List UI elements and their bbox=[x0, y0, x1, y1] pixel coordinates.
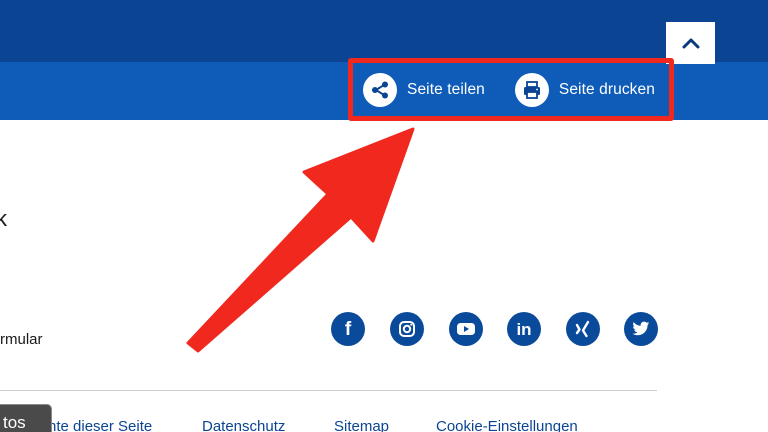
tooltip: tos bbox=[0, 404, 52, 432]
footer-link-cookie-settings[interactable]: Cookie-Einstellungen bbox=[436, 418, 578, 432]
facebook-link[interactable]: f bbox=[331, 312, 365, 346]
instagram-link[interactable] bbox=[390, 312, 424, 346]
youtube-icon bbox=[457, 323, 475, 335]
content-fragment: k bbox=[0, 206, 7, 231]
twitter-link[interactable] bbox=[624, 312, 658, 346]
tooltip-text: tos bbox=[3, 413, 26, 432]
linkedin-link[interactable]: in bbox=[507, 312, 541, 346]
twitter-icon bbox=[632, 321, 650, 336]
facebook-icon: f bbox=[344, 318, 352, 340]
footer-link-page-info[interactable]: nte dieser Seite bbox=[48, 418, 152, 432]
linkedin-icon: in bbox=[516, 319, 532, 339]
footer-divider bbox=[0, 390, 657, 391]
xing-link[interactable] bbox=[566, 312, 600, 346]
footer-link-sitemap[interactable]: Sitemap bbox=[334, 418, 389, 432]
youtube-link[interactable] bbox=[449, 312, 483, 346]
annotation-arrow bbox=[186, 127, 415, 353]
footer-link-privacy[interactable]: Datenschutz bbox=[202, 418, 285, 432]
xing-icon bbox=[575, 320, 590, 338]
contact-form-link[interactable]: rmular bbox=[0, 331, 43, 348]
instagram-icon bbox=[399, 321, 415, 337]
